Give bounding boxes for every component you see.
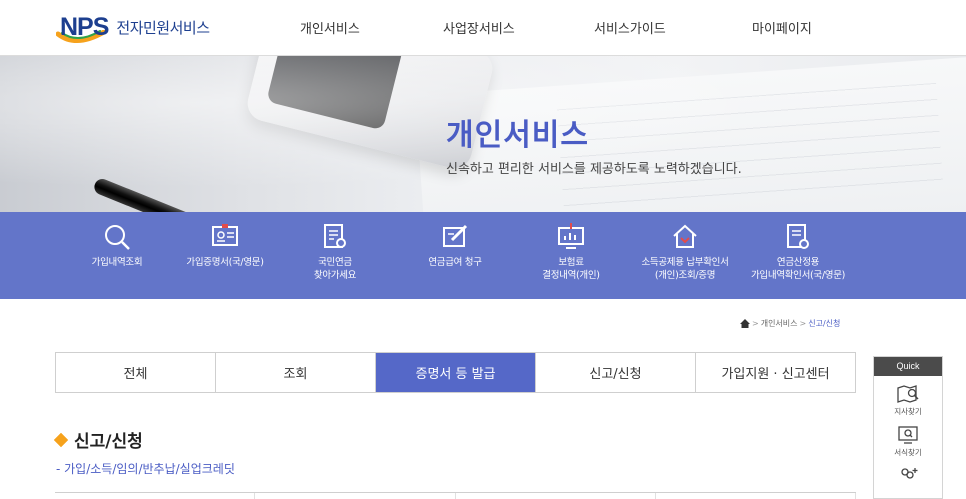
service-premium-decision[interactable]: 보험료 결정내역(개인) [511,222,631,282]
house-icon [673,224,697,248]
map-search-icon [897,385,919,403]
people-add-icon [901,468,918,479]
service-label: 보험료 결정내역(개인) [542,257,600,281]
breadcrumb-separator: > [799,319,807,328]
tab-all[interactable]: 전체 [56,353,216,392]
hero-banner: 개인서비스 신속하고 편리한 서비스를 제공하도록 노력하겠습니다. [0,56,966,212]
tab-report-apply[interactable]: 신고/신청 [536,353,696,392]
hero-title: 개인서비스 [446,118,589,153]
quick-service-bar: 가입내역조회 가입증명서(국/영문) 국민연금 찾아가세요 연금급여 청구 보험… [0,212,966,299]
quick-label: 서식찾기 [894,448,922,457]
service-label: 소득공제용 납부확인서 (개인)조회/증명 [641,257,729,281]
monitor-search-icon [898,426,918,444]
service-pension-claim[interactable]: 연금급여 청구 [395,222,515,269]
service-label: 가입내역조회 [91,257,143,268]
category-tabs: 전체 조회 증명서 등 발급 신고/신청 가입지원 · 신고센터 [55,352,856,393]
service-label: 가입증명서(국/영문) [186,257,264,268]
search-icon [105,225,130,250]
nav-personal-service[interactable]: 개인서비스 [300,18,360,37]
quick-find-branch[interactable]: 지사찾기 [874,376,942,417]
logo-mark: NPS [60,12,109,41]
hero-subtitle: 신속하고 편리한 서비스를 제공하도록 노력하겠습니다. [446,162,742,177]
service-tax-deduction-confirmation[interactable]: 소득공제용 납부확인서 (개인)조회/증명 [625,222,745,282]
chart-monitor-icon [558,223,584,249]
quick-label: 지사찾기 [894,407,922,416]
service-find-pension[interactable]: 국민연금 찾아가세요 [275,222,395,282]
nav-service-guide[interactable]: 서비스가이드 [594,18,666,37]
nps-logo[interactable]: NPS 전자민원서비스 [56,10,210,44]
logo-text: 전자민원서비스 [116,18,210,37]
diamond-bullet-icon [53,432,69,447]
quick-people[interactable] [874,458,942,484]
breadcrumb-current: 신고/신청 [808,319,841,328]
service-label: 연금급여 청구 [428,257,482,268]
home-icon[interactable] [740,319,750,328]
tab-inquiry[interactable]: 조회 [216,353,376,392]
quick-menu: Quick 지사찾기 서식찾기 [873,356,943,499]
site-header: NPS 전자민원서비스 개인서비스 사업장서비스 서비스가이드 마이페이지 [0,0,966,56]
form-pen-icon [443,224,468,247]
service-label: 국민연금 찾아가세요 [313,257,357,281]
breadcrumb-item[interactable]: 개인서비스 [761,318,798,329]
quick-menu-title: Quick [874,357,942,376]
document-search-icon [324,224,346,248]
tab-membership-support[interactable]: 가입지원 · 신고센터 [696,353,855,392]
section-title: 신고/신청 [74,432,143,452]
section-subtitle: - 가입/소득/임의/반추납/실업크레딧 [56,462,235,476]
nav-business-service[interactable]: 사업장서비스 [443,18,515,37]
service-pension-calc-confirmation[interactable]: 연금산정용 가입내역확인서(국/영문) [738,222,858,282]
service-membership-inquiry[interactable]: 가입내역조회 [57,222,177,269]
service-table-header [55,492,856,499]
service-membership-certificate[interactable]: 가입증명서(국/영문) [165,222,285,269]
document-check-icon [787,224,809,249]
service-label: 연금산정용 가입내역확인서(국/영문) [750,257,846,281]
id-card-icon [212,224,238,246]
breadcrumb: > 개인서비스 > 신고/신청 [740,318,840,329]
quick-find-form[interactable]: 서식찾기 [874,417,942,458]
tab-certificate-issue[interactable]: 증명서 등 발급 [376,353,536,392]
section-heading: 신고/신청 [53,427,143,452]
breadcrumb-separator: > [752,319,759,328]
nav-my-page[interactable]: 마이페이지 [752,18,812,37]
